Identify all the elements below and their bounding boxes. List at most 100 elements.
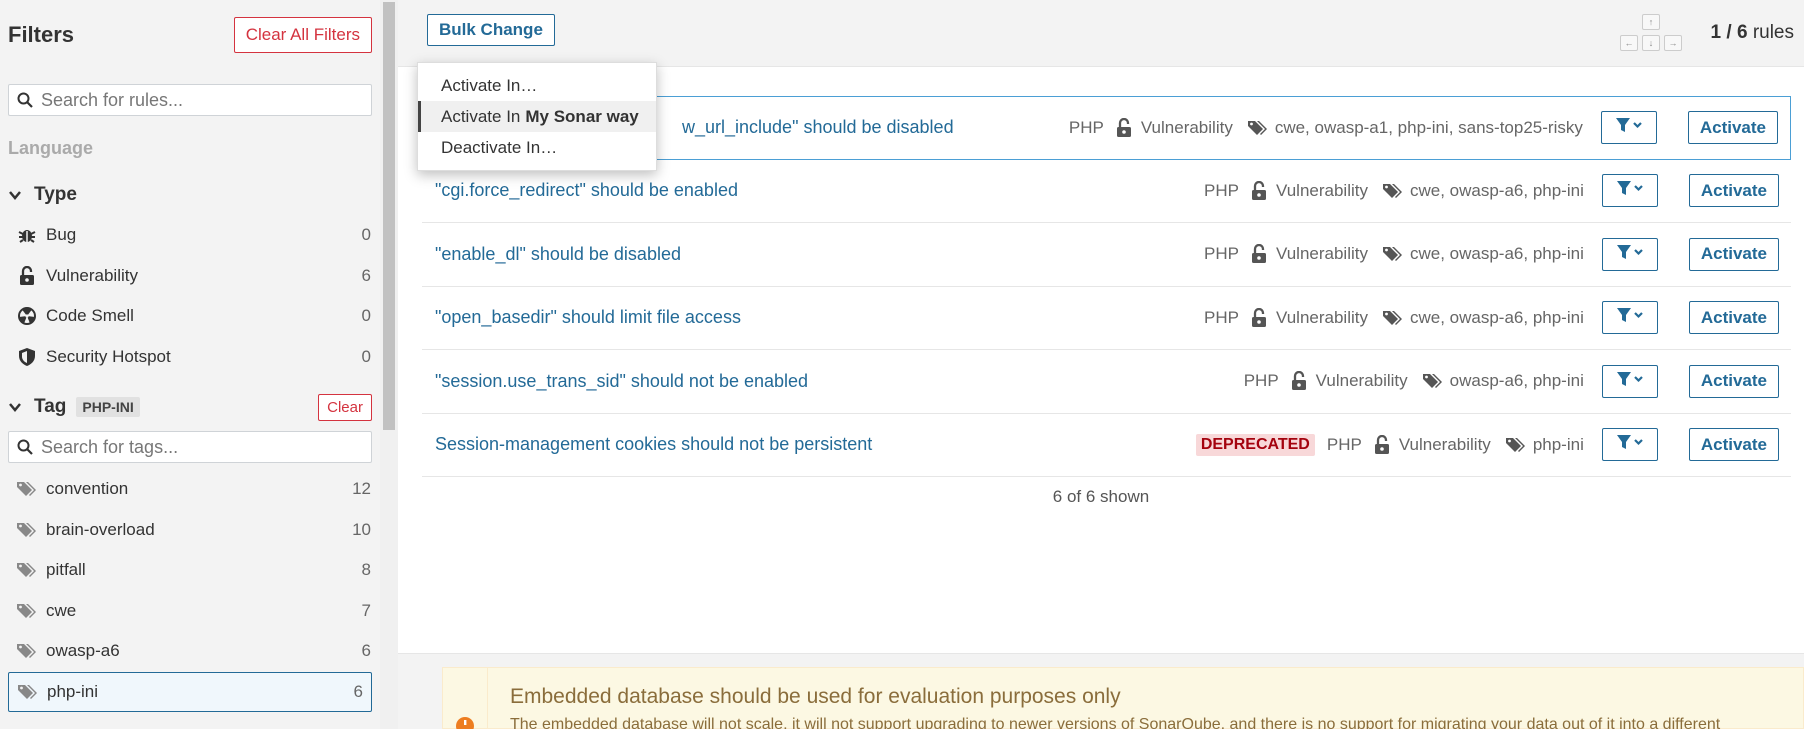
deprecated-badge: DEPRECATED [1195,433,1315,456]
facet-type-label: Type [34,184,77,205]
facet-item-vulnerability[interactable]: Vulnerability 6 [0,256,380,297]
facet-language-header[interactable]: Language [0,138,380,159]
rule-count-suffix: rules [1752,22,1794,43]
rule-tags[interactable]: cwe, owasp-a6, php-ini [1410,181,1584,201]
lock-open-icon [1374,434,1390,455]
activate-button[interactable]: Activate [1688,301,1779,335]
filter-icon [1616,244,1644,265]
rule-row[interactable]: "open_basedir" should limit file access P… [422,287,1791,350]
filters-title: Filters [8,22,75,47]
facet-item-tag[interactable]: owasp-a6 6 [0,631,380,672]
rule-count-total: 6 [1736,22,1748,43]
filter-similar-button[interactable] [1601,301,1658,335]
filter-similar-button[interactable] [1601,428,1658,462]
facet-item-label: cwe [46,600,77,620]
rule-meta: PHP Vulnerability cwe, owasp-a6, php-ini [1204,244,1584,264]
clear-all-filters-button[interactable]: Clear All Filters [233,17,372,53]
rule-type: Vulnerability [1315,371,1408,391]
filter-similar-button[interactable] [1601,174,1658,208]
facet-item-label: convention [46,479,129,499]
kbd-up-icon: ↑ [1642,14,1660,30]
facet-tag-list: convention 12 brain-overload 10 pitfall 8 cwe 7… [0,469,380,712]
tag-icon [16,641,38,661]
tags-icon [1505,436,1525,454]
facet-item-label: Security Hotspot [46,346,171,366]
tags-icon [1382,182,1402,200]
facet-item-label: Bug [46,225,77,245]
facet-item-label: brain-overload [46,519,155,539]
facet-item-bug[interactable]: Bug 0 [0,215,380,256]
facet-tag-header[interactable]: Tag PHP-INI Clear [0,389,380,425]
rule-row[interactable]: "enable_dl" should be disabled PHP Vulnera… [422,223,1791,287]
rule-language: PHP [1068,117,1104,137]
rule-tags[interactable]: php-ini [1533,435,1584,455]
facet-item-count: 0 [361,225,371,245]
warning-title: Embedded database should be used for eva… [510,685,1121,708]
tag-search-placeholder: Search for tags... [41,436,179,457]
facet-item-tag[interactable]: cwe 7 [0,591,380,632]
rule-meta: PHP Vulnerability cwe, owasp-a6, php-ini [1204,307,1584,328]
rule-language: PHP [1204,307,1239,327]
clear-tag-button[interactable]: Clear [318,393,372,421]
facet-item-tag[interactable]: convention 12 [0,469,380,510]
facet-item-tag[interactable]: php-ini 6 [8,671,372,712]
warning-text: The embedded database will not scale, it… [510,716,1721,729]
rule-name-link[interactable]: "session.use_trans_sid" should not be en… [435,371,1244,392]
activate-button[interactable]: Activate [1687,111,1778,145]
lock-open-icon [1251,307,1267,328]
facet-item-tag[interactable]: brain-overload 10 [0,510,380,551]
rule-row[interactable]: "session.use_trans_sid" should not be en… [422,350,1791,414]
rule-meta: PHP Vulnerability owasp-a6, php-ini [1244,371,1584,391]
facet-item-count: 7 [361,600,371,620]
rule-type: Vulnerability [1276,244,1368,264]
filter-similar-button[interactable] [1601,237,1658,271]
activate-button[interactable]: Activate [1688,174,1779,208]
filter-icon [1616,371,1644,392]
rule-tags[interactable]: owasp-a6, php-ini [1450,371,1584,391]
activate-button[interactable]: Activate [1688,237,1779,271]
rule-tags[interactable]: cwe, owasp-a6, php-ini [1410,308,1584,328]
activate-button[interactable]: Activate [1688,428,1779,462]
tag-icon [16,520,38,540]
rule-name-link[interactable]: "enable_dl" should be disabled [435,244,1204,265]
tags-icon [1422,372,1442,390]
rule-name-link[interactable]: "open_basedir" should limit file access [435,307,1204,328]
tag-search-input[interactable]: Search for tags... [8,431,372,463]
tag-icon [16,601,38,621]
facet-item-count: 0 [361,306,371,326]
rule-row[interactable]: Session-management cookies should not be… [422,414,1791,477]
rule-language: PHP [1243,371,1279,391]
tag-icon [16,479,38,499]
rule-type: Vulnerability [1276,180,1368,200]
rule-tags[interactable]: cwe, owasp-a1, php-ini, sans-top25-risky [1275,118,1583,138]
tags-icon [1247,119,1267,137]
facet-item-security-hotspot[interactable]: Security Hotspot 0 [0,337,380,378]
rule-search-input[interactable]: Search for rules... [8,84,372,116]
search-icon [17,439,33,455]
rule-name-link[interactable]: "cgi.force_redirect" should be enabled [435,180,1204,201]
menu-item-activate-in[interactable]: Activate In… [418,70,656,101]
activate-button[interactable]: Activate [1688,364,1779,398]
facet-type-header[interactable]: Type [0,175,380,215]
filter-similar-button[interactable] [1601,364,1658,398]
facet-item-tag[interactable]: pitfall 8 [0,550,380,591]
facet-item-count: 0 [361,346,371,366]
chevron-down-icon [9,191,21,200]
lock-open-icon [16,265,38,286]
filter-icon [1616,307,1644,328]
menu-item-activate-in-my-sonar-way[interactable]: Activate In My Sonar way [418,101,656,132]
filter-icon [1615,117,1643,138]
lock-open-icon [1116,117,1132,138]
rule-language: PHP [1326,434,1362,454]
facet-item-label: Code Smell [46,306,134,326]
rule-tags[interactable]: cwe, owasp-a6, php-ini [1410,244,1584,264]
menu-item-deactivate-in[interactable]: Deactivate In… [418,132,656,163]
bulk-change-button[interactable]: Bulk Change [427,14,555,46]
sidebar-scrollbar-thumb[interactable] [383,2,395,430]
facet-item-code-smell[interactable]: Code Smell 0 [0,296,380,337]
facet-item-count: 6 [361,265,371,285]
rule-name-link[interactable]: Session-management cookies should not be… [435,434,1196,455]
filter-similar-button[interactable] [1600,111,1657,145]
warning-icon [456,717,474,729]
rule-meta: PHP Vulnerability cwe, owasp-a6, php-ini [1204,180,1584,201]
